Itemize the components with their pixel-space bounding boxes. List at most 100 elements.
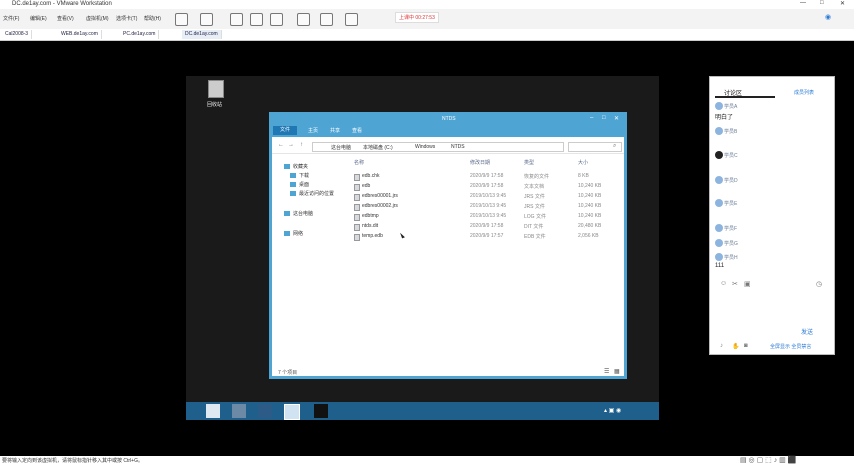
details-view-icon[interactable]: ☰ [604,368,609,375]
file-list: 名称 修改日期 类型 大小 edb.chk 2020/9/9 17:58 恢复的… [352,155,620,355]
nav-label: 最近访问的位置 [299,191,335,197]
camera-icon[interactable]: ◙ [744,343,748,349]
explorer-close-button[interactable]: ✕ [614,115,619,122]
nav-downloads[interactable]: 下载 [290,172,309,179]
command-prompt-icon[interactable] [314,404,328,418]
file-row[interactable]: temp.edb 2020/9/9 17:57 EDB 文件 2,056 KB [352,232,620,241]
windows-start-icon[interactable] [206,404,220,418]
back-icon[interactable]: ← [278,142,284,148]
chat-send-button[interactable]: 发送 [801,327,813,336]
nav-recent[interactable]: 最近访问的位置 [290,190,334,197]
ribbon-tab-file[interactable]: 文件 [273,126,297,135]
ribbon-tab-share[interactable]: 共享 [330,127,340,134]
file-icon [354,204,360,211]
menu-edit[interactable]: 编辑(E) [30,15,47,22]
file-type: 文本文档 [524,184,545,190]
tab-pc[interactable]: PC.de1ay.com [120,30,160,39]
navigation-pane: 收藏夹 下载 桌面 最近访问的位置 这台电脑 网络 [276,157,346,357]
hand-raise-icon[interactable]: ✋ [732,343,739,350]
up-icon[interactable]: ↑ [300,142,303,148]
revert-snapshot-icon[interactable] [250,13,263,26]
scissors-icon[interactable]: ✂ [732,280,738,288]
snapshot-icon[interactable] [230,13,243,26]
large-icons-view-icon[interactable]: ▦ [614,368,620,375]
microphone-icon[interactable]: ♪ [720,343,723,349]
avatar [715,102,723,110]
column-header-date[interactable]: 修改日期 [470,159,490,166]
tab-dc[interactable]: DC.de1ay.com [182,30,222,39]
ribbon-tab-home[interactable]: 主页 [308,127,318,134]
file-date: 2019/10/13 9:45 [470,213,507,219]
file-row[interactable]: edbres00001.jrs 2019/10/13 9:45 JRS 文件 1… [352,192,620,201]
tab-web[interactable]: WEB.de1ay.com [58,30,102,39]
nav-this-pc[interactable]: 这台电脑 [284,210,313,217]
breadcrumb-local-disk[interactable]: 本地磁盘 (C:) [363,144,393,151]
tab-cal2008[interactable]: Cal2008-3 [2,30,33,39]
snapshot-manager-icon[interactable] [270,13,283,26]
guest-taskbar: ▴ ▣ ◉ [186,402,659,420]
pause-icon[interactable] [175,13,188,26]
avatar [715,151,723,159]
powershell-icon[interactable] [258,404,272,418]
file-name: edbtmp [362,213,379,219]
menu-help[interactable]: 帮助(H) [144,15,161,22]
nav-desktop[interactable]: 桌面 [290,181,309,188]
explorer-minimize-button[interactable]: – [590,115,593,121]
avatar [715,239,723,247]
emoji-icon[interactable]: ☺ [720,280,727,287]
file-size: 10,240 KB [578,213,602,219]
unity-icon[interactable] [320,13,333,26]
image-icon[interactable]: ▣ [744,280,751,288]
server-manager-icon[interactable] [232,404,246,418]
menu-vm[interactable]: 虚拟机(M) [86,15,109,22]
avatar [715,127,723,135]
console-view-icon[interactable] [345,13,358,26]
menu-tabs[interactable]: 选项卡(T) [116,15,137,22]
nav-label: 这台电脑 [293,211,314,217]
avatar [715,199,723,207]
column-header-size[interactable]: 大小 [578,159,588,166]
maximize-button[interactable]: □ [820,0,824,6]
close-button[interactable]: ✕ [840,0,845,7]
network-icon [284,231,290,237]
nav-network[interactable]: 网络 [284,230,303,237]
file-row[interactable]: edb.chk 2020/9/9 17:58 恢复的文件 8 KB [352,172,620,181]
system-tray-icons[interactable]: ▴ ▣ ◉ [604,407,621,414]
forward-icon[interactable]: → [288,142,294,148]
explorer-maximize-button[interactable]: □ [602,115,606,121]
file-explorer-icon[interactable] [284,404,300,420]
device-status-icons[interactable]: ▤ ◎ ▢ ⬚ ♪ ▥ ⬛ [740,456,796,464]
window-title: DC.de1ay.com - VMware Workstation [12,1,112,7]
chat-footer-links[interactable]: 全屏显示 全员禁言 [770,343,811,350]
chat-member-list-link[interactable]: 成员列表 [794,89,814,96]
menu-view[interactable]: 查看(V) [57,15,74,22]
fullscreen-icon[interactable] [297,13,310,26]
column-header-name[interactable]: 名称 [354,159,364,166]
recycle-bin-icon[interactable] [208,80,224,98]
breadcrumb-windows[interactable]: Windows [415,144,435,150]
column-header-type[interactable]: 类型 [524,159,534,166]
chat-message-name: 学员E [724,201,738,207]
file-row[interactable]: edbres00002.jrs 2019/10/13 9:45 JRS 文件 1… [352,202,620,211]
file-row[interactable]: edb 2020/9/9 17:58 文本文档 10,240 KB [352,182,620,191]
chat-message-name: 学员G [724,241,738,247]
minimize-button[interactable]: — [800,0,806,6]
desktop-icon [290,182,296,188]
ribbon-tab-view[interactable]: 查看 [352,127,362,134]
nav-favorites[interactable]: 收藏夹 [284,163,308,170]
file-size: 20,480 KB [578,223,602,229]
history-icon[interactable]: ◷ [816,280,822,288]
menu-file[interactable]: 文件(F) [3,15,19,22]
address-bar[interactable]: 这台电脑 本地磁盘 (C:) Windows NTDS [312,142,564,152]
breadcrumb-this-pc[interactable]: 这台电脑 [331,144,351,151]
record-icon[interactable]: ◉ [825,13,831,21]
chat-message-name: 学员D [724,178,738,184]
file-size: 10,240 KB [578,203,602,209]
status-message: 要将输入定向到该虚拟机，请将鼠标指针移入其中或按 Ctrl+G。 [2,458,143,464]
search-input[interactable]: ⌕ [568,142,622,152]
breadcrumb-ntds[interactable]: NTDS [451,144,465,150]
file-row[interactable]: ntds.dit 2020/9/9 17:58 DIT 文件 20,480 KB [352,222,620,231]
chat-message-name: 学员F [724,226,738,232]
file-row[interactable]: edbtmp 2019/10/13 9:45 LOG 文件 10,240 KB [352,212,620,221]
send-keys-icon[interactable] [200,13,213,26]
